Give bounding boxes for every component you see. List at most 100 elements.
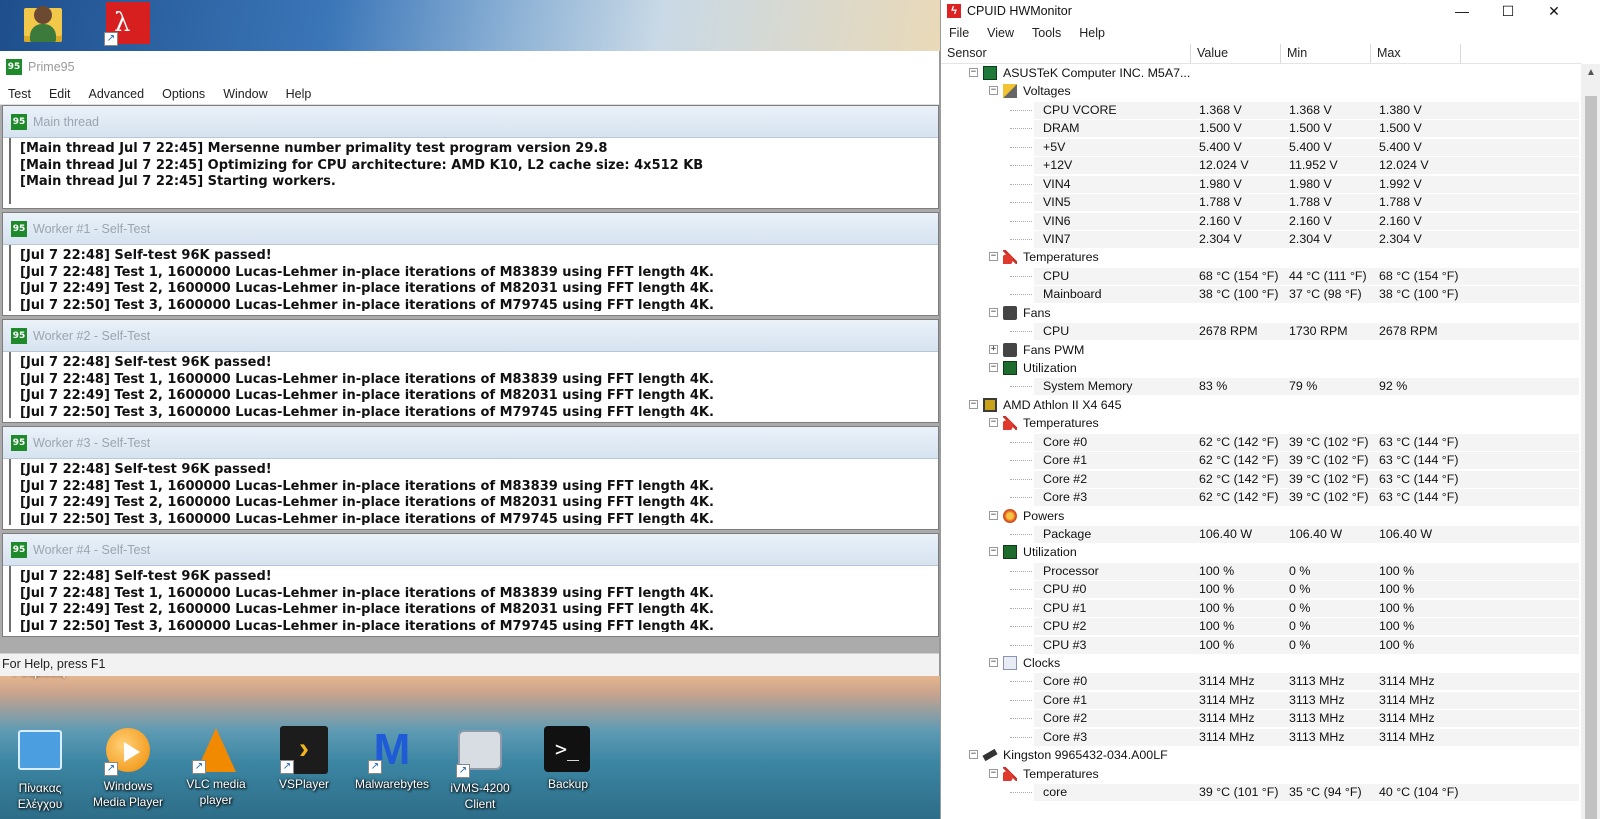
collapse-icon[interactable]: − — [989, 510, 998, 520]
sensor-group-node[interactable]: − Utilization — [941, 359, 1581, 377]
sensor-row[interactable]: System Memory 83 % 79 % 92 % — [941, 377, 1581, 396]
menu-help[interactable]: Help — [1077, 25, 1107, 41]
close-button[interactable]: ✕ — [1531, 0, 1577, 22]
sensor-row[interactable]: CPU #3 100 % 0 % 100 % — [941, 636, 1581, 654]
device-node[interactable]: − AMD Athlon II X4 645 — [941, 396, 1581, 414]
prime95-titlebar[interactable]: 95 Prime95 — [0, 51, 939, 83]
vertical-scrollbar[interactable]: ▲ — [1581, 64, 1600, 819]
log-area[interactable]: [Jul 7 22:48] Self-test 96K passed! [Jul… — [9, 566, 938, 632]
sensor-group-node[interactable]: − Fans — [941, 304, 1581, 322]
sensor-row[interactable]: Core #0 3114 MHz 3113 MHz 3114 MHz — [941, 672, 1581, 691]
log-area[interactable]: [Jul 7 22:48] Self-test 96K passed! [Jul… — [9, 352, 938, 418]
worker-1-window[interactable]: 95 Worker #1 - Self-Test [Jul 7 22:48] S… — [2, 212, 939, 316]
sensor-row[interactable]: CPU #1 100 % 0 % 100 % — [941, 599, 1581, 617]
scroll-up-arrow-icon[interactable]: ▲ — [1581, 64, 1600, 82]
sensor-row[interactable]: VIN5 1.788 V 1.788 V 1.788 V — [941, 193, 1581, 212]
menu-edit[interactable]: Edit — [47, 86, 73, 102]
desktop-icon-vsplayer[interactable]: › ↗ VSPlayer — [264, 726, 344, 792]
sensor-row[interactable]: Core #2 3114 MHz 3113 MHz 3114 MHz — [941, 709, 1581, 728]
sensor-group-node[interactable]: − Temperatures — [941, 248, 1581, 266]
column-header-max[interactable]: Max — [1371, 44, 1461, 63]
sensor-row[interactable]: VIN4 1.980 V 1.980 V 1.992 V — [941, 175, 1581, 193]
sensor-group-node[interactable]: − Powers — [941, 507, 1581, 525]
desktop-icon-ivms-4200[interactable]: ↗ iVMS-4200 Client — [440, 726, 520, 812]
collapse-icon[interactable]: − — [989, 363, 998, 372]
sensor-tree[interactable]: − ASUSTeK Computer INC. M5A7... − Voltages C… — [941, 64, 1581, 819]
sensor-row[interactable]: +5V 5.400 V 5.400 V 5.400 V — [941, 138, 1581, 156]
menu-view[interactable]: View — [985, 25, 1016, 41]
menu-file[interactable]: File — [947, 25, 971, 41]
menu-test[interactable]: Test — [6, 86, 33, 102]
menu-help[interactable]: Help — [284, 86, 314, 102]
device-node[interactable]: − ASUSTeK Computer INC. M5A7... — [941, 64, 1581, 82]
collapse-icon[interactable]: − — [989, 658, 998, 667]
child-titlebar[interactable]: 95 Worker #4 - Self-Test — [3, 534, 938, 566]
collapse-icon[interactable]: − — [969, 399, 978, 409]
child-titlebar[interactable]: 95 Worker #3 - Self-Test — [3, 427, 938, 459]
scrollbar-thumb[interactable] — [1585, 96, 1597, 819]
child-titlebar[interactable]: 95 Worker #1 - Self-Test — [3, 213, 938, 245]
device-node[interactable]: − Kingston 9965432-034.A00LF — [941, 746, 1581, 764]
sensor-row[interactable]: Core #2 62 °C (142 °F) 39 °C (102 °F) 63 °C… — [941, 470, 1581, 488]
sensor-row[interactable]: Mainboard 38 °C (100 °F) 37 °C (98 °F) 38 °… — [941, 285, 1581, 304]
child-titlebar[interactable]: 95 Worker #2 - Self-Test — [3, 320, 938, 352]
menu-options[interactable]: Options — [160, 86, 207, 102]
collapse-icon[interactable]: − — [989, 252, 998, 262]
worker-2-window[interactable]: 95 Worker #2 - Self-Test [Jul 7 22:48] S… — [2, 319, 939, 423]
collapse-icon[interactable]: − — [989, 86, 998, 96]
menu-advanced[interactable]: Advanced — [86, 86, 146, 102]
maximize-button[interactable]: ☐ — [1485, 0, 1531, 22]
sensor-group-node[interactable]: − Utilization — [941, 543, 1581, 561]
desktop-icon-windows-media-player[interactable]: ↗ Windows Media Player — [88, 726, 168, 810]
sensor-row[interactable]: Core #1 62 °C (142 °F) 39 °C (102 °F) 63 °C… — [941, 451, 1581, 470]
sensor-row[interactable]: CPU 2678 RPM 1730 RPM 2678 RPM — [941, 322, 1581, 341]
log-area[interactable]: [Jul 7 22:48] Self-test 96K passed! [Jul… — [9, 459, 938, 525]
menu-tools[interactable]: Tools — [1030, 25, 1063, 41]
main-thread-window[interactable]: 95 Main thread [Main thread Jul 7 22:45]… — [2, 105, 939, 209]
column-header-min[interactable]: Min — [1281, 44, 1371, 63]
expand-icon[interactable]: + — [989, 344, 998, 354]
sensor-group-node[interactable]: + Fans PWM — [941, 341, 1581, 359]
sensor-row[interactable]: CPU #0 100 % 0 % 100 % — [941, 580, 1581, 599]
log-area[interactable]: [Jul 7 22:48] Self-test 96K passed! [Jul… — [9, 245, 938, 311]
sensor-row[interactable]: CPU #2 100 % 0 % 100 % — [941, 617, 1581, 636]
sensor-group-node[interactable]: − Clocks — [941, 654, 1581, 672]
sensor-row[interactable]: CPU 68 °C (154 °F) 44 °C (111 °F) 68 °C (15… — [941, 267, 1581, 285]
sensor-row[interactable]: +12V 12.024 V 11.952 V 12.024 V — [941, 156, 1581, 175]
sensor-row[interactable]: core 39 °C (101 °F) 35 °C (94 °F) 40 °C (10… — [941, 783, 1581, 802]
sensor-row[interactable]: Core #0 62 °C (142 °F) 39 °C (102 °F) 63 °C… — [941, 433, 1581, 451]
sensor-group-node[interactable]: − Temperatures — [941, 414, 1581, 432]
menu-window[interactable]: Window — [221, 86, 269, 102]
sensor-name: Core #3 — [1043, 490, 1088, 505]
log-area[interactable]: [Main thread Jul 7 22:45] Mersenne numbe… — [9, 138, 938, 204]
desktop-icon-control-panel[interactable]: Πίνακας Ελέγχου — [0, 726, 80, 812]
minimize-button[interactable]: — — [1439, 0, 1485, 22]
sensor-row[interactable]: DRAM 1.500 V 1.500 V 1.500 V — [941, 119, 1581, 138]
collapse-icon[interactable]: − — [989, 547, 998, 557]
column-header-sensor[interactable]: Sensor — [941, 44, 1191, 63]
sensor-row[interactable]: Processor 100 % 0 % 100 % — [941, 562, 1581, 580]
sensor-row[interactable]: CPU VCORE 1.368 V 1.368 V 1.380 V — [941, 101, 1581, 119]
sensor-row[interactable]: Package 106.40 W 106.40 W 106.40 W — [941, 525, 1581, 543]
acrobat-reader-icon[interactable]: λ ↗ — [104, 2, 150, 46]
sensor-group-node[interactable]: − Voltages — [941, 82, 1581, 100]
desktop-icon-backup[interactable]: >_ Backup — [528, 726, 608, 792]
child-titlebar[interactable]: 95 Main thread — [3, 106, 938, 138]
desktop-icon-malwarebytes[interactable]: M ↗ Malwarebytes — [352, 726, 432, 792]
column-header-value[interactable]: Value — [1191, 44, 1281, 63]
worker-4-window[interactable]: 95 Worker #4 - Self-Test [Jul 7 22:48] S… — [2, 533, 939, 637]
worker-3-window[interactable]: 95 Worker #3 - Self-Test [Jul 7 22:48] S… — [2, 426, 939, 530]
sensor-row[interactable]: Core #1 3114 MHz 3113 MHz 3114 MHz — [941, 691, 1581, 709]
sensor-row[interactable]: Core #3 3114 MHz 3113 MHz 3114 MHz — [941, 728, 1581, 746]
desktop-icon-vlc[interactable]: ↗ VLC media player — [176, 726, 256, 808]
collapse-icon[interactable]: − — [989, 768, 998, 778]
user-folder-icon[interactable] — [20, 2, 66, 46]
collapse-icon[interactable]: − — [969, 750, 978, 760]
sensor-row[interactable]: VIN6 2.160 V 2.160 V 2.160 V — [941, 212, 1581, 230]
sensor-group-node[interactable]: − Temperatures — [941, 765, 1581, 783]
collapse-icon[interactable]: − — [989, 307, 998, 317]
collapse-icon[interactable]: − — [969, 68, 978, 77]
sensor-row[interactable]: Core #3 62 °C (142 °F) 39 °C (102 °F) 63 °C… — [941, 488, 1581, 507]
sensor-row[interactable]: VIN7 2.304 V 2.304 V 2.304 V — [941, 230, 1581, 248]
collapse-icon[interactable]: − — [989, 418, 998, 428]
